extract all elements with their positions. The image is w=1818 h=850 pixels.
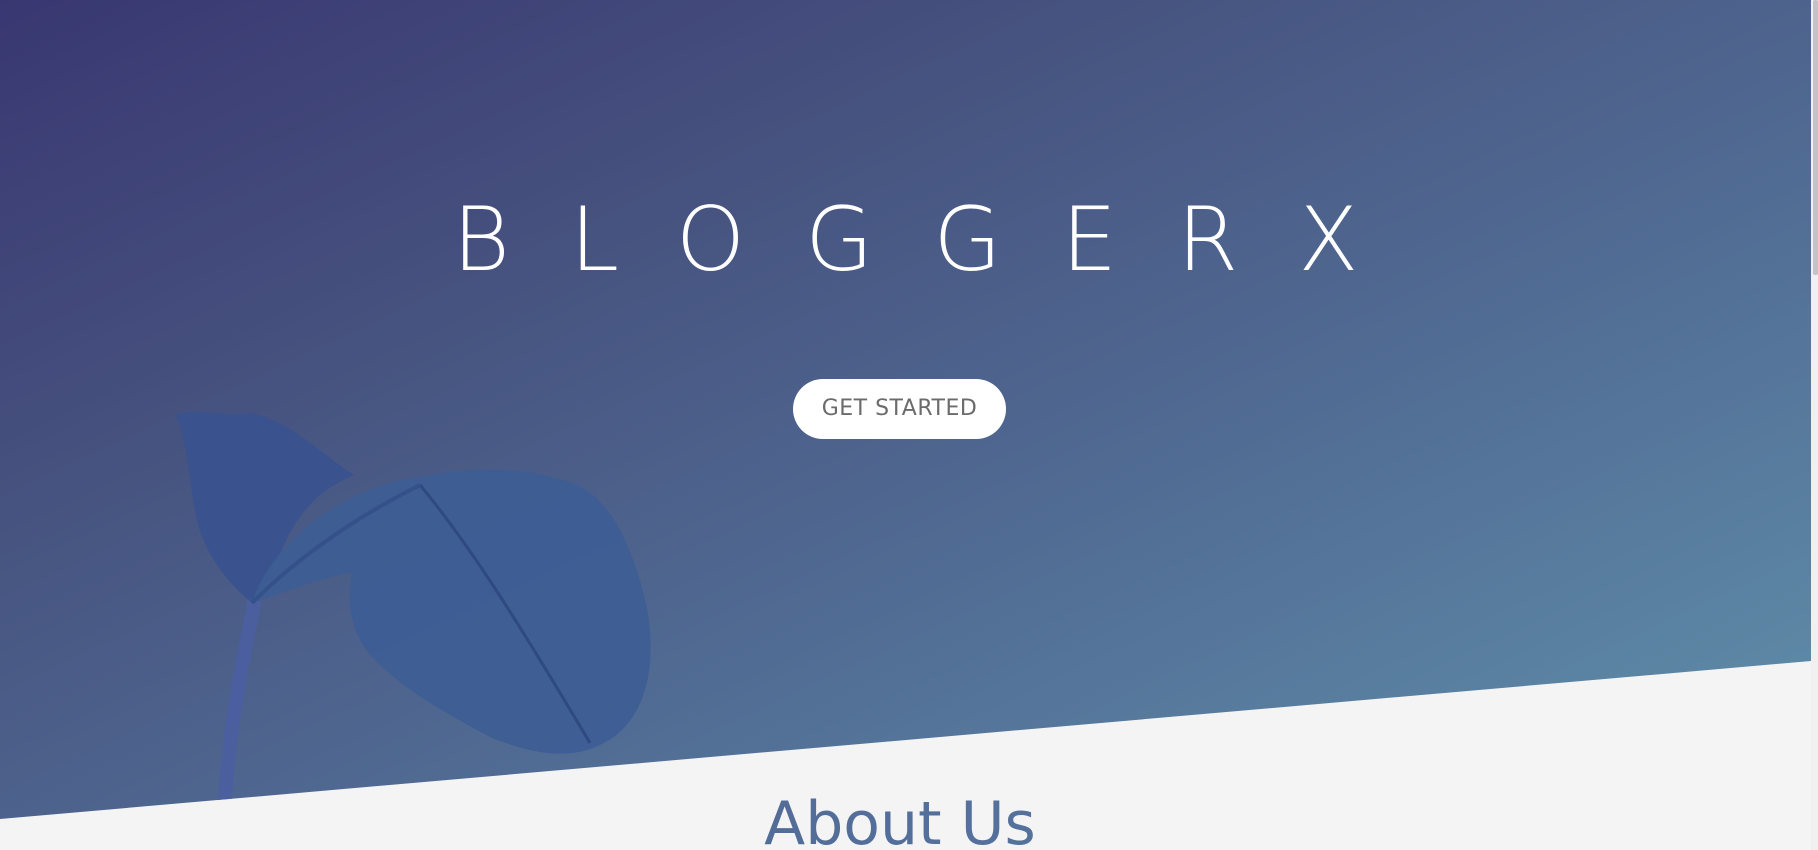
brand-title: BLOGGERX bbox=[452, 188, 1419, 291]
plant-leaf-illustration bbox=[176, 411, 651, 819]
scrollbar-thumb[interactable] bbox=[1813, 0, 1818, 275]
about-us-heading: About Us bbox=[0, 788, 1800, 850]
get-started-button[interactable]: GET STARTED bbox=[793, 379, 1006, 439]
landing-page: BLOGGERX GET STARTED About Us bbox=[0, 0, 1818, 850]
hero-section: BLOGGERX GET STARTED bbox=[0, 0, 1811, 819]
page-scrollbar[interactable] bbox=[1811, 0, 1818, 850]
